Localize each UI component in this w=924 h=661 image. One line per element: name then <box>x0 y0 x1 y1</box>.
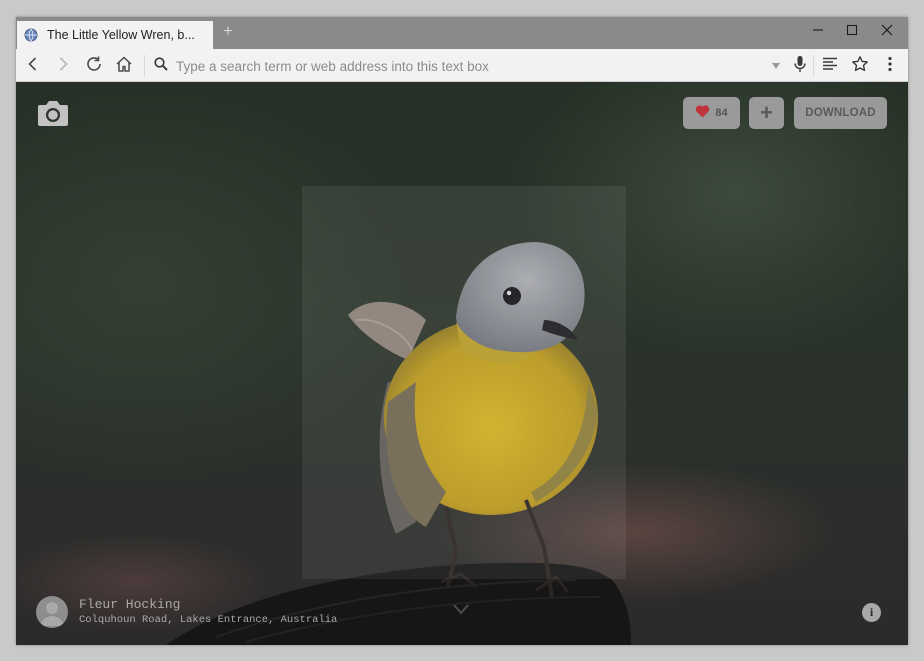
minimize-icon <box>812 23 824 41</box>
back-button[interactable] <box>20 53 46 79</box>
menu-dots-icon <box>887 56 893 77</box>
scroll-down-button[interactable] <box>452 602 470 621</box>
home-button[interactable] <box>111 53 137 79</box>
bookmark-star-icon <box>851 55 869 78</box>
home-icon <box>115 55 133 78</box>
reader-view-button[interactable] <box>817 53 843 79</box>
photo-credit: Fleur Hocking Colquhoun Road, Lakes Entr… <box>36 596 337 628</box>
search-button[interactable] <box>148 53 174 79</box>
photo-focus-overlay <box>302 186 626 579</box>
bookmark-button[interactable] <box>847 53 873 79</box>
chevron-down-icon <box>452 603 470 620</box>
back-arrow-icon <box>25 56 41 77</box>
tab-title: The Little Yellow Wren, b... <box>47 28 195 42</box>
reload-icon <box>85 55 103 78</box>
info-icon: i <box>869 605 874 619</box>
new-tab-button[interactable]: + <box>221 24 235 40</box>
toolbar-separator <box>813 55 814 77</box>
browser-menu-button[interactable] <box>877 53 903 79</box>
minimize-button[interactable] <box>800 17 836 47</box>
forward-arrow-icon <box>55 56 71 77</box>
avatar-placeholder-icon <box>36 602 68 628</box>
tab-active[interactable]: The Little Yellow Wren, b... <box>17 21 213 49</box>
microphone-icon <box>793 55 807 78</box>
reader-view-icon <box>822 57 838 76</box>
voice-search-button[interactable] <box>787 53 813 79</box>
photo-page: 84 + DOWNLOAD Fleur Hocking Colquhoun Ro… <box>16 82 908 645</box>
info-button[interactable]: i <box>862 603 881 622</box>
close-icon <box>881 23 893 41</box>
address-dropdown-button[interactable] <box>763 53 789 79</box>
navigation-toolbar <box>16 49 908 82</box>
globe-icon <box>24 28 38 42</box>
avatar[interactable] <box>36 596 68 628</box>
like-button[interactable]: 84 <box>683 97 740 129</box>
photo-location: Colquhoun Road, Lakes Entrance, Australi… <box>79 614 338 626</box>
tab-strip: The Little Yellow Wren, b... + <box>16 17 908 49</box>
like-count: 84 <box>715 107 728 119</box>
search-icon <box>153 56 169 77</box>
add-to-collection-button[interactable]: + <box>749 97 784 129</box>
heart-icon <box>695 105 710 121</box>
close-window-button[interactable] <box>869 17 905 47</box>
download-button[interactable]: DOWNLOAD <box>794 97 887 129</box>
author-name[interactable]: Fleur Hocking <box>79 596 337 613</box>
browser-window: The Little Yellow Wren, b... + Type a se… <box>16 17 908 645</box>
dropdown-triangle-icon <box>771 57 781 75</box>
maximize-button[interactable] <box>834 17 870 47</box>
camera-button[interactable] <box>36 98 70 128</box>
maximize-icon <box>846 23 858 41</box>
address-bar-input[interactable] <box>176 56 596 76</box>
toolbar-separator <box>144 55 145 77</box>
reload-button[interactable] <box>81 53 107 79</box>
forward-button[interactable] <box>50 53 76 79</box>
camera-icon <box>36 101 70 132</box>
